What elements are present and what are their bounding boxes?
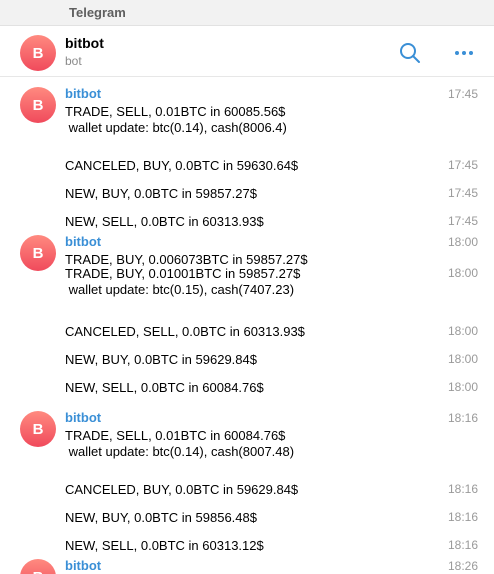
sender-avatar[interactable]: B: [20, 559, 56, 574]
message-time: 18:00: [447, 235, 478, 249]
chat-header: B bitbot bot: [0, 27, 494, 77]
message-text: wallet update: btc(0.14), cash(8006.4): [65, 120, 287, 135]
message-text: TRADE, SELL, 0.01BTC in 60085.56$: [65, 104, 286, 119]
chat-status: bot: [65, 54, 82, 68]
window-title: Telegram: [69, 5, 126, 20]
message-time: 17:45: [447, 158, 478, 172]
message-time: 18:16: [447, 482, 478, 496]
message-time: 18:16: [447, 510, 478, 524]
message-text: NEW, BUY, 0.0BTC in 59856.48$: [65, 510, 257, 525]
message-text: TRADE, BUY, 0.006073BTC in 59857.27$: [65, 252, 308, 267]
message-text: NEW, SELL, 0.0BTC in 60313.93$: [65, 214, 264, 229]
message-text: wallet update: btc(0.14), cash(8007.48): [65, 444, 295, 459]
chat-avatar[interactable]: B: [20, 35, 56, 71]
message-time: 17:45: [447, 186, 478, 200]
message-text: TRADE, SELL, 0.01BTC in 60084.76$: [65, 428, 286, 443]
message-text: NEW, BUY, 0.0BTC in 59629.84$: [65, 352, 257, 367]
title-bar: Telegram: [0, 0, 494, 26]
message-text: NEW, SELL, 0.0BTC in 60313.12$: [65, 538, 264, 553]
message-text: CANCELED, SELL, 0.0BTC in 60313.93$: [65, 324, 305, 339]
message-text: TRADE, BUY, 0.01001BTC in 59857.27$: [65, 266, 301, 281]
more-icon[interactable]: [452, 41, 476, 65]
message-time: 18:00: [447, 324, 478, 338]
message-text: CANCELED, BUY, 0.0BTC in 59629.84$: [65, 482, 299, 497]
search-icon[interactable]: [398, 41, 422, 65]
sender-avatar[interactable]: B: [20, 235, 56, 271]
sender-avatar[interactable]: B: [20, 411, 56, 447]
sender-avatar[interactable]: B: [20, 87, 56, 123]
message-list[interactable]: Bbitbot 17:45 TRADE, SELL, 0.01BTC in 6008…: [0, 78, 494, 574]
message-time: 18:00: [447, 380, 478, 394]
message-text: CANCELED, BUY, 0.0BTC in 59630.64$: [65, 158, 299, 173]
message-time: 18:16: [447, 411, 478, 425]
message-time: 18:16: [447, 538, 478, 552]
chat-name[interactable]: bitbot: [65, 35, 104, 51]
message-time: 17:45: [447, 214, 478, 228]
message-time: 18:00: [447, 352, 478, 366]
sender-name[interactable]: bitbot: [65, 86, 101, 101]
message-text: NEW, BUY, 0.0BTC in 59857.27$: [65, 186, 257, 201]
message-time: 18:00: [447, 266, 478, 280]
message-time: 17:45: [447, 87, 478, 101]
sender-name[interactable]: bitbot: [65, 558, 101, 573]
sender-name[interactable]: bitbot: [65, 410, 101, 425]
message-time: 18:26: [447, 559, 478, 573]
message-text: wallet update: btc(0.15), cash(7407.23): [65, 282, 295, 297]
sender-name[interactable]: bitbot: [65, 234, 101, 249]
message-text: NEW, SELL, 0.0BTC in 60084.76$: [65, 380, 264, 395]
